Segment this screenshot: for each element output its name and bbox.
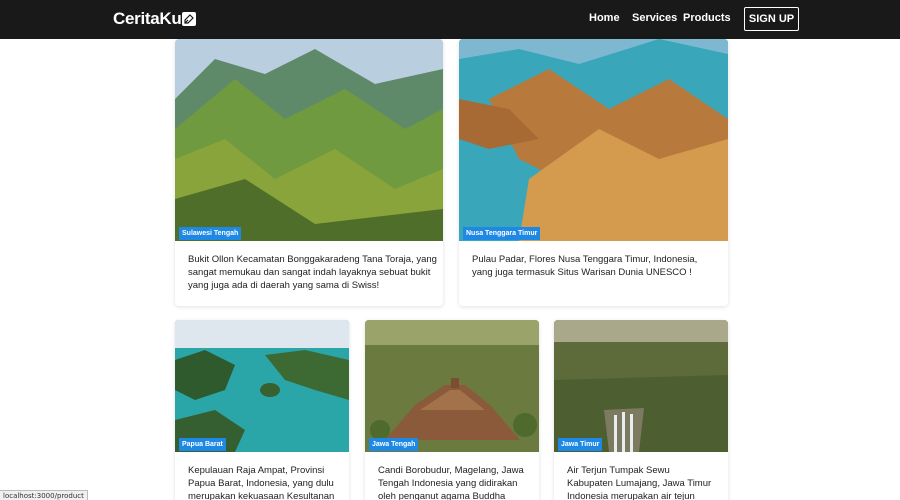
navbar: CeritaKu Home Services Products SIGN UP bbox=[0, 0, 900, 39]
destination-card[interactable]: Sulawesi Tengah Bukit Ollon Kecamatan Bo… bbox=[175, 39, 443, 306]
card-image-mountains bbox=[175, 39, 443, 241]
location-badge: Papua Barat bbox=[179, 438, 226, 451]
card-description: Candi Borobudur, Magelang, Jawa Tengah I… bbox=[378, 465, 524, 500]
card-description: Kepulauan Raja Ampat, Provinsi Papua Bar… bbox=[188, 465, 335, 500]
destination-card[interactable]: Jawa Timur Air Terjun Tumpak Sewu Kabupa… bbox=[554, 320, 728, 500]
destination-card[interactable]: Nusa Tenggara Timur Pulau Padar, Flores … bbox=[459, 39, 728, 306]
card-image-islands-sea bbox=[175, 320, 349, 452]
link-preview-status: localhost:3000/product bbox=[0, 490, 88, 500]
card-description: Air Terjun Tumpak Sewu Kabupaten Lumajan… bbox=[567, 465, 712, 500]
location-badge: Jawa Timur bbox=[558, 438, 603, 451]
nav-products-link[interactable]: Products bbox=[683, 12, 731, 24]
destination-card[interactable]: Jawa Tengah Candi Borobudur, Magelang, J… bbox=[365, 320, 539, 500]
brand-name: CeritaKu bbox=[113, 9, 182, 28]
card-image-temple bbox=[365, 320, 539, 452]
location-badge: Jawa Tengah bbox=[369, 438, 419, 451]
card-description: Bukit Ollon Kecamatan Bonggakaradeng Tan… bbox=[188, 254, 437, 291]
card-image-island-bays bbox=[459, 39, 728, 241]
nav-services-link[interactable]: Services bbox=[632, 12, 677, 24]
card-image-waterfall bbox=[554, 320, 728, 452]
location-badge: Sulawesi Tengah bbox=[179, 227, 242, 240]
signup-button[interactable]: SIGN UP bbox=[744, 7, 799, 31]
card-description: Pulau Padar, Flores Nusa Tenggara Timur,… bbox=[472, 254, 698, 278]
location-badge: Nusa Tenggara Timur bbox=[463, 227, 541, 240]
destination-card[interactable]: Papua Barat Kepulauan Raja Ampat, Provin… bbox=[175, 320, 349, 500]
brand-logo[interactable]: CeritaKu bbox=[113, 8, 197, 30]
nav-home-link[interactable]: Home bbox=[589, 12, 620, 24]
pen-icon bbox=[182, 12, 197, 26]
